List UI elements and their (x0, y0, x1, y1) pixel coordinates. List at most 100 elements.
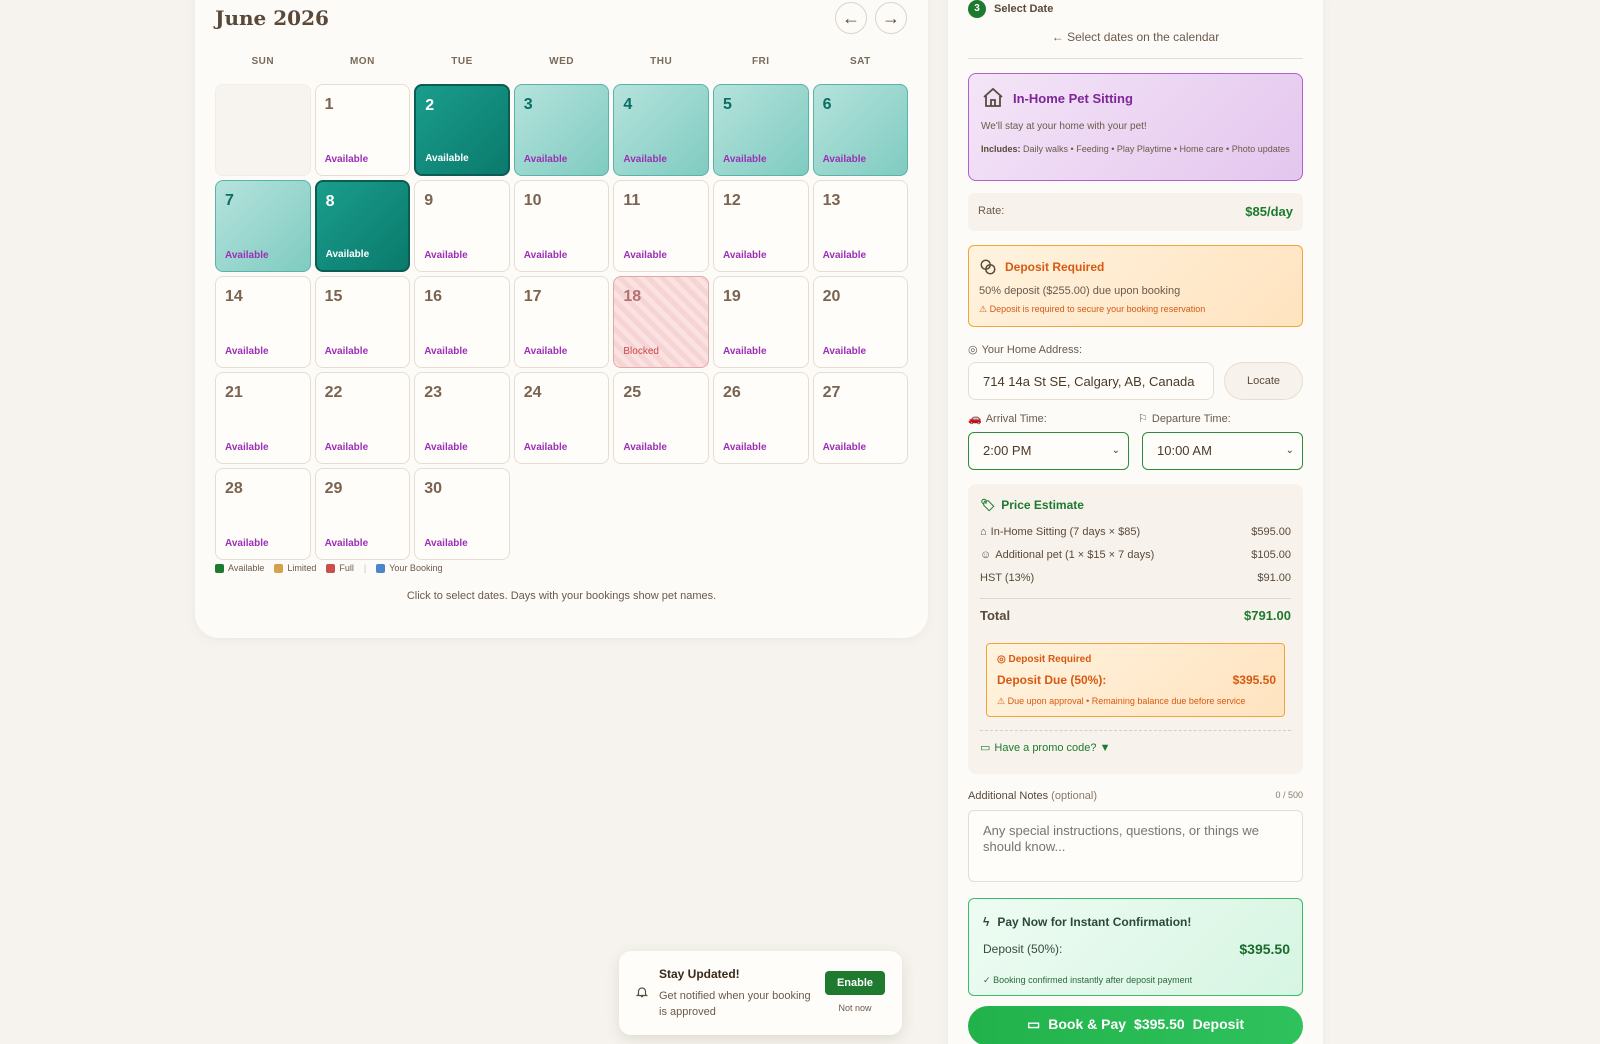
legend-available: Available (215, 563, 264, 573)
calendar-day-5[interactable]: 5 Available (712, 84, 809, 176)
divider (980, 598, 1291, 599)
calendar-day-1[interactable]: 1 Available (314, 84, 411, 176)
day-number: 10 (523, 192, 542, 209)
day-status: Available (722, 346, 767, 357)
arrival-time-select[interactable]: 2:00 PM ⌄ (968, 432, 1129, 470)
calendar-day-14[interactable]: 14 Available (215, 276, 311, 368)
day-status: Available (225, 442, 269, 453)
day-status: Available (623, 154, 667, 165)
rate-value: $85/day (1245, 204, 1293, 219)
bell-icon (635, 985, 649, 999)
calendar-day-29[interactable]: 29 Available (314, 468, 411, 560)
day-status: Available (722, 442, 767, 453)
calendar-day-11[interactable]: 11 Available (613, 180, 709, 272)
notes-char-count: 0 / 500 (1275, 790, 1303, 800)
rate-row: Rate: $85/day (968, 193, 1303, 231)
day-number: 1 (324, 96, 334, 113)
day-number: 21 (225, 384, 243, 401)
day-status: Available (324, 154, 369, 165)
day-status: Available (822, 250, 867, 261)
day-status: Available (722, 154, 767, 165)
calendar-grid: 1 Available 2 Available 3 Available 4 Available… (215, 84, 910, 560)
not-now-button[interactable]: Not now (825, 1003, 885, 1013)
weekday-mon: MON (349, 56, 375, 67)
day-number: 27 (822, 384, 841, 401)
day-number: 23 (424, 384, 442, 401)
calendar-day-22[interactable]: 22 Available (314, 372, 411, 464)
day-status: Available (523, 442, 568, 453)
house-icon: ⌂ (980, 526, 987, 538)
calendar-day-10[interactable]: 10 Available (513, 180, 610, 272)
day-number: 8 (325, 193, 335, 210)
service-card: In-Home Pet Sitting We'll stay at your h… (968, 73, 1303, 181)
calendar-day-13[interactable]: 13 Available (812, 180, 909, 272)
calendar-day-23[interactable]: 23 Available (414, 372, 510, 464)
weekday-fri: FRI (751, 56, 770, 67)
calendar-day-18[interactable]: 18 Blocked (613, 276, 709, 368)
calendar-day-6[interactable]: 6 Available (812, 84, 909, 176)
address-label: ◎ Your Home Address: (968, 343, 1083, 357)
calendar-day-2[interactable]: 2 Available (414, 84, 510, 176)
calendar-day-16[interactable]: 16 Available (414, 276, 510, 368)
day-number: 22 (324, 384, 343, 401)
enable-notifications-button[interactable]: Enable (825, 971, 885, 995)
next-month-button[interactable]: → (875, 2, 907, 34)
calendar-day-12[interactable]: 12 Available (712, 180, 809, 272)
day-status: Available (424, 538, 468, 549)
step-number: 3 (968, 0, 986, 18)
book-and-pay-button[interactable]: ▭ Book & Pay $395.50 Deposit (968, 1006, 1303, 1044)
calendar-day-30[interactable]: 30 Available (414, 468, 510, 560)
promo-code-toggle[interactable]: ▭ Have a promo code? ▼ (980, 741, 1110, 755)
departure-time-select[interactable]: 10:00 AM ⌄ (1142, 432, 1303, 470)
calendar-day-9[interactable]: 9 Available (414, 180, 510, 272)
day-number: 4 (623, 96, 633, 113)
calendar-card: June 2026 ← → SUN MON TUE WED THU FRI SA… (195, 0, 928, 638)
calendar-day-empty (215, 84, 311, 176)
deposit-warning: ⚠ Deposit is required to secure your boo… (979, 304, 1206, 314)
prev-month-button[interactable]: ← (835, 2, 867, 34)
calendar-day-7[interactable]: 7 Available (215, 180, 311, 272)
legend-your-booking: Your Booking (376, 563, 442, 573)
locate-button[interactable]: Locate (1224, 362, 1303, 400)
price-row: ☺ Additional pet (1 × $15 × 7 days) $105.… (980, 549, 1291, 561)
calendar-day-26[interactable]: 26 Available (712, 372, 809, 464)
calendar-day-21[interactable]: 21 Available (215, 372, 311, 464)
calendar-day-24[interactable]: 24 Available (513, 372, 610, 464)
calendar-day-27[interactable]: 27 Available (812, 372, 909, 464)
address-input[interactable] (968, 362, 1214, 400)
calendar-day-8[interactable]: 8 Available (314, 180, 411, 272)
deposit-title: Deposit Required (1005, 260, 1105, 274)
step-indicator: 3 Select Date (968, 0, 1053, 18)
service-description: We'll stay at your home with your pet! (981, 121, 1147, 132)
chevron-down-icon: ⌄ (1285, 445, 1294, 456)
map-pin-icon: ◎ (968, 344, 978, 356)
arrival-label: 🚗 Arrival Time: (968, 412, 1047, 426)
day-number: 5 (722, 96, 732, 113)
notes-label: Additional Notes (optional) (968, 790, 1098, 802)
service-title: In-Home Pet Sitting (1013, 90, 1133, 106)
calendar-day-4[interactable]: 4 Available (613, 84, 709, 176)
day-status: Available (424, 346, 468, 357)
calendar-day-28[interactable]: 28 Available (215, 468, 311, 560)
day-number: 28 (225, 480, 243, 497)
calendar-day-19[interactable]: 19 Available (712, 276, 809, 368)
legend-full: Full (326, 563, 354, 573)
pet-icon: ☺ (980, 549, 992, 561)
day-status: Available (523, 250, 568, 261)
coins-icon: ◎ (997, 654, 1006, 665)
notes-textarea[interactable] (968, 810, 1303, 882)
calendar-day-20[interactable]: 20 Available (812, 276, 909, 368)
rate-label: Rate: (978, 205, 1005, 217)
calendar-day-17[interactable]: 17 Available (513, 276, 610, 368)
calendar-day-15[interactable]: 15 Available (314, 276, 411, 368)
day-number: 6 (822, 96, 832, 113)
calendar-day-3[interactable]: 3 Available (513, 84, 610, 176)
toast-description: Get notified when your booking is approv… (659, 990, 811, 1018)
calendar-day-25[interactable]: 25 Available (613, 372, 709, 464)
calendar-legend: Available Limited Full | Your Booking (215, 563, 442, 573)
flag-icon: ⚐ (1138, 413, 1148, 425)
weekday-sun: SUN (251, 56, 275, 67)
warning-icon: ⚠ (997, 696, 1006, 706)
check-circle-icon: ✓ (983, 975, 991, 985)
weekday-header: SUN MON TUE WED THU FRI SAT (215, 56, 910, 67)
